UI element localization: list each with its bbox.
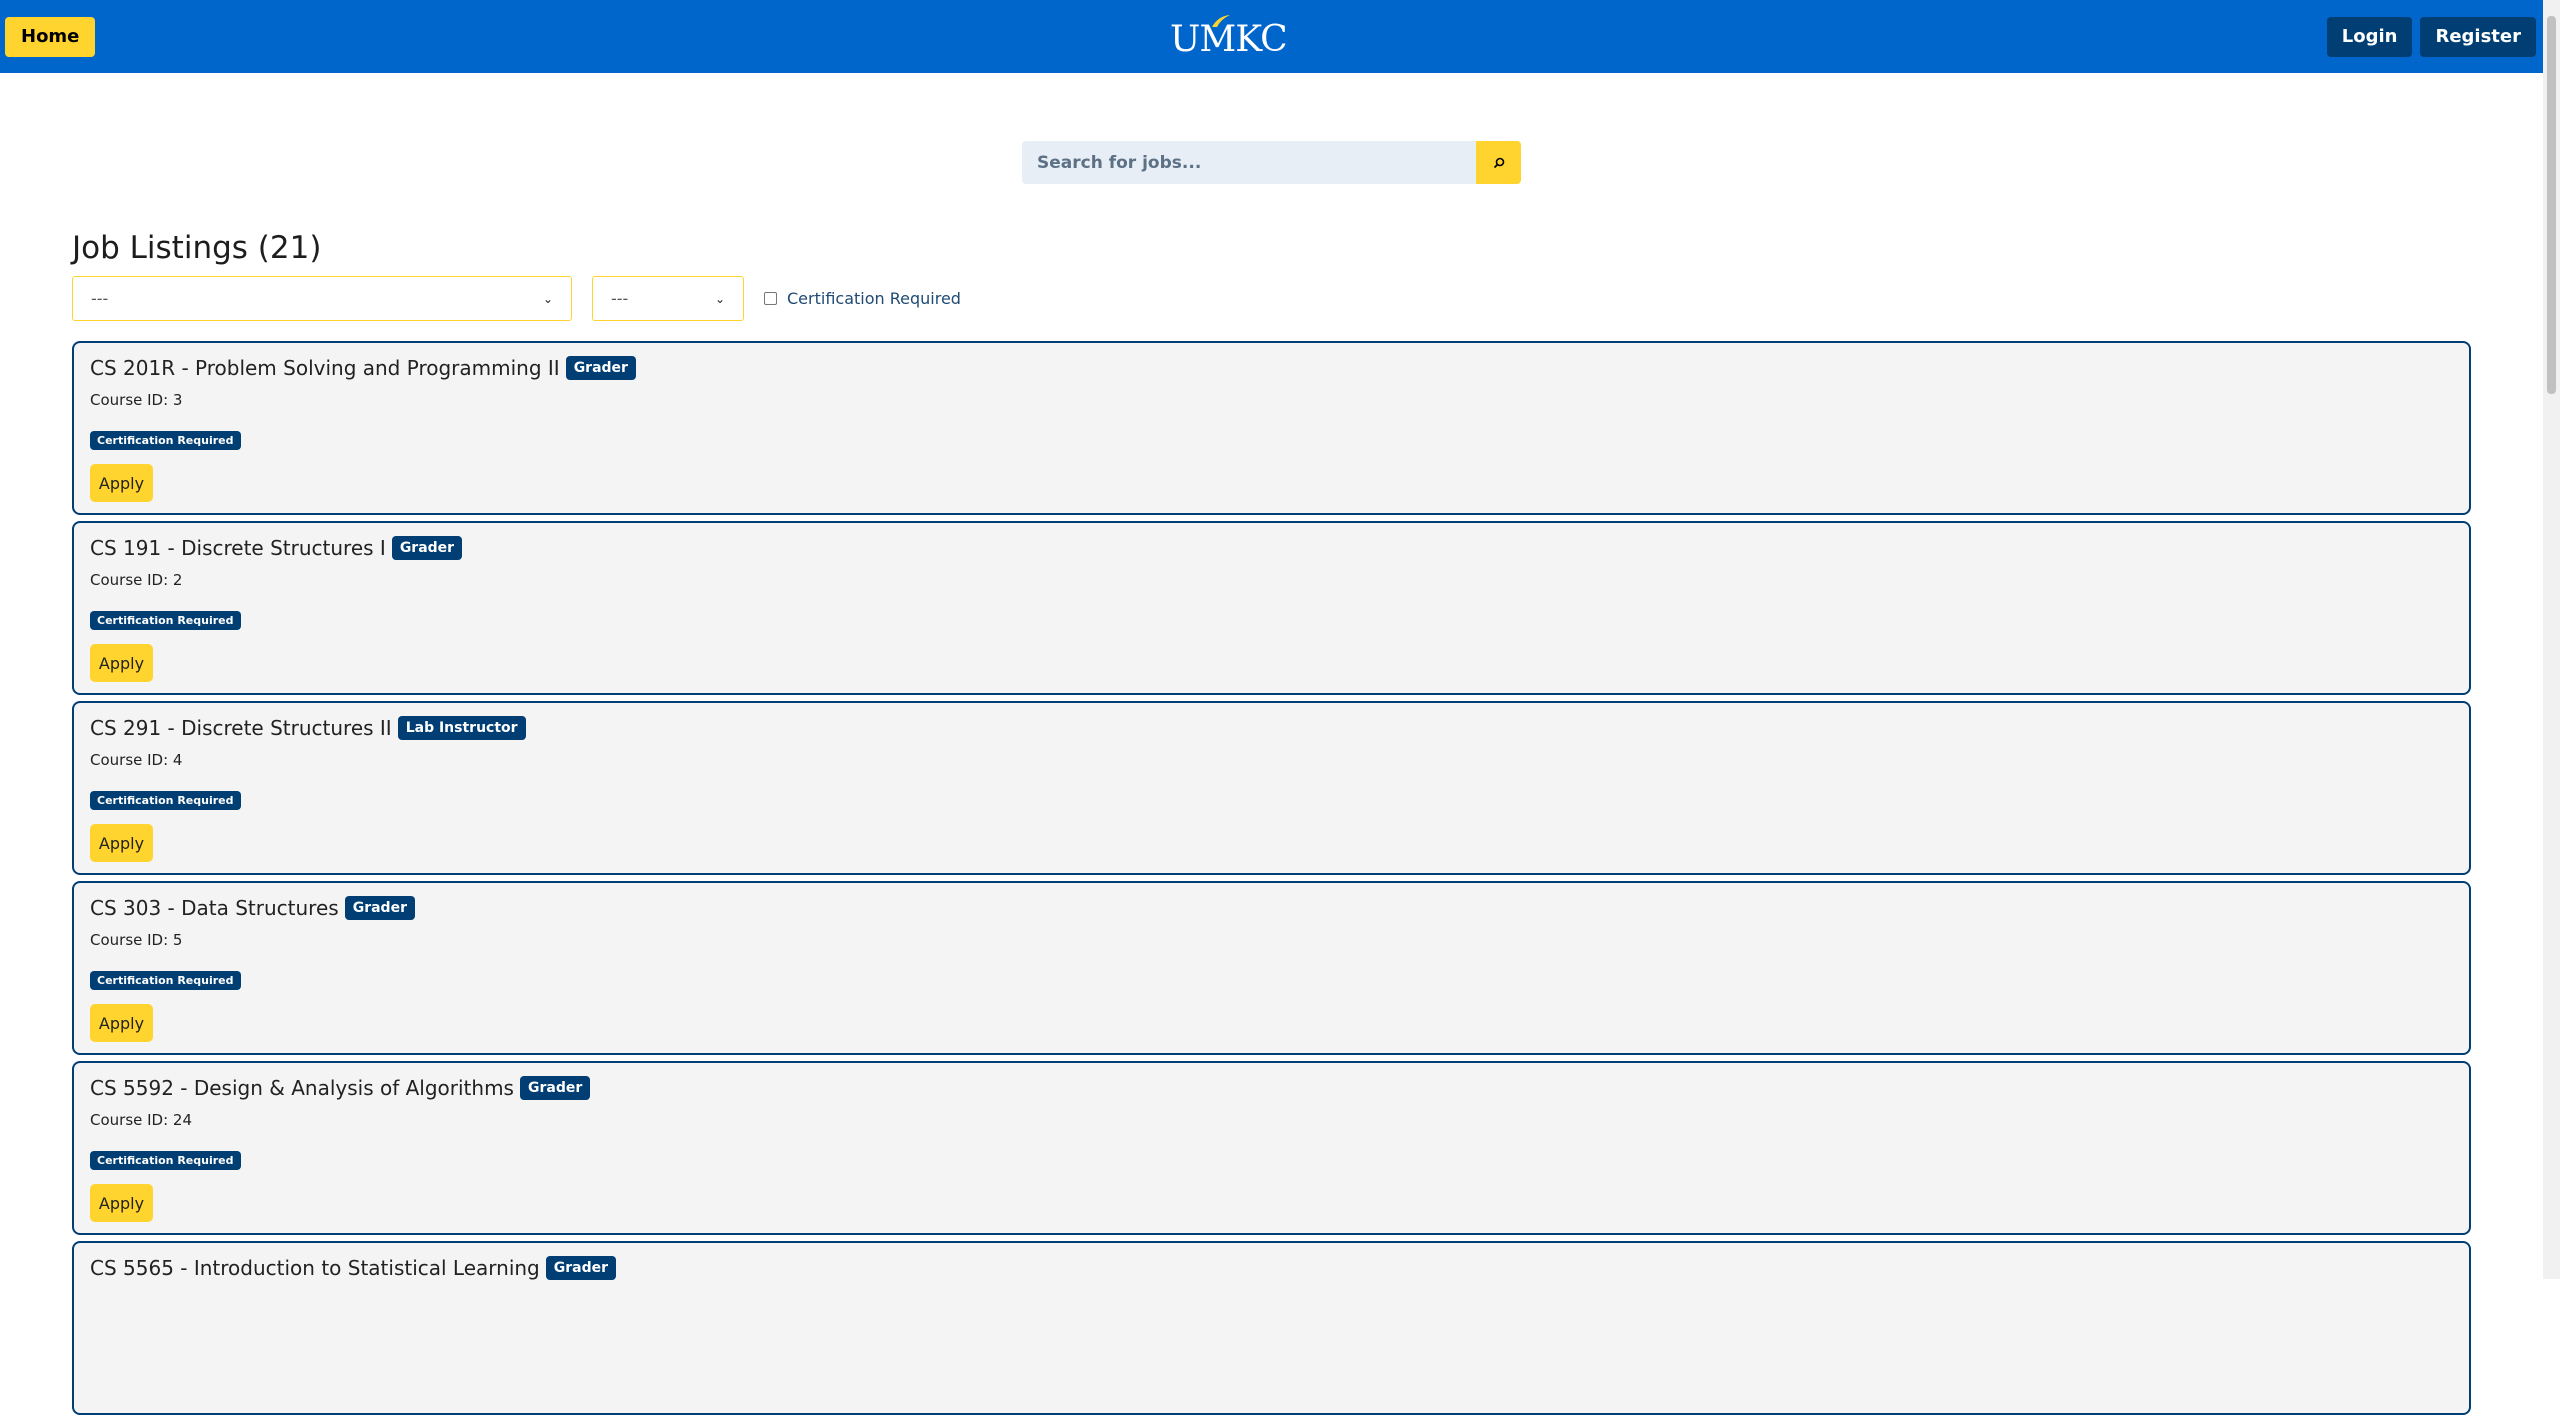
- course-id: Course ID: 2: [90, 571, 183, 589]
- course-id: Course ID: 3: [90, 391, 183, 409]
- job-title-row: CS 5592 - Design & Analysis of Algorithm…: [90, 1075, 2453, 1101]
- certification-filter[interactable]: Certification Required: [764, 289, 961, 308]
- job-card: CS 291 - Discrete Structures II Lab Inst…: [72, 701, 2471, 875]
- course-id: Course ID: 24: [90, 1111, 193, 1129]
- job-title-row: CS 191 - Discrete Structures I Grader: [90, 535, 2453, 561]
- course-filter-select[interactable]: --- ⌄: [72, 276, 572, 321]
- certification-checkbox[interactable]: [764, 292, 777, 305]
- top-navbar: Home UMKC Login Register: [0, 0, 2543, 73]
- apply-button[interactable]: Apply: [90, 1184, 153, 1222]
- search-button[interactable]: [1476, 141, 1521, 184]
- chevron-down-icon: ⌄: [542, 291, 553, 306]
- job-title-row: CS 201R - Problem Solving and Programmin…: [90, 355, 2453, 381]
- job-title-row: CS 291 - Discrete Structures II Lab Inst…: [90, 715, 2453, 741]
- job-title: CS 201R - Problem Solving and Programmin…: [90, 356, 560, 380]
- apply-button[interactable]: Apply: [90, 1004, 153, 1042]
- certification-badge: Certification Required: [90, 1151, 241, 1170]
- scrollbar-thumb[interactable]: [2547, 16, 2556, 394]
- job-card: CS 201R - Problem Solving and Programmin…: [72, 341, 2471, 515]
- apply-button[interactable]: Apply: [90, 464, 153, 502]
- course-id: Course ID: 4: [90, 751, 183, 769]
- job-title: CS 303 - Data Structures: [90, 896, 339, 920]
- search-icon: [1493, 157, 1504, 168]
- page-title: Job Listings (21): [72, 230, 322, 266]
- apply-button[interactable]: Apply: [90, 644, 153, 682]
- role-badge: Grader: [519, 1076, 591, 1100]
- job-listings: CS 201R - Problem Solving and Programmin…: [72, 341, 2471, 1421]
- role-filter-value: ---: [611, 289, 629, 308]
- certification-badge: Certification Required: [90, 611, 241, 630]
- course-id: Course ID: 5: [90, 931, 183, 949]
- role-badge: Grader: [391, 536, 463, 560]
- filter-bar: --- ⌄ --- ⌄ Certification Required: [72, 276, 961, 321]
- job-card: CS 5592 - Design & Analysis of Algorithm…: [72, 1061, 2471, 1235]
- register-button[interactable]: Register: [2420, 16, 2536, 57]
- search-bar: [1022, 141, 1521, 184]
- job-title: CS 191 - Discrete Structures I: [90, 536, 386, 560]
- job-title-row: CS 5565 - Introduction to Statistical Le…: [90, 1255, 2453, 1281]
- search-input[interactable]: [1022, 141, 1476, 184]
- home-button[interactable]: Home: [5, 16, 96, 57]
- role-filter-select[interactable]: --- ⌄: [592, 276, 744, 321]
- role-badge: Grader: [565, 356, 636, 380]
- job-card: CS 303 - Data Structures Grader Course I…: [72, 881, 2471, 1055]
- job-card: CS 191 - Discrete Structures I Grader Co…: [72, 521, 2471, 695]
- nav-actions: Login Register: [2326, 16, 2536, 57]
- certification-badge: Certification Required: [90, 431, 241, 450]
- umkc-logo[interactable]: UMKC: [1170, 15, 1288, 60]
- certification-badge: Certification Required: [90, 791, 241, 810]
- login-button[interactable]: Login: [2326, 16, 2413, 57]
- course-filter-value: ---: [91, 289, 109, 308]
- role-badge: Grader: [545, 1256, 617, 1280]
- role-badge: Lab Instructor: [397, 716, 526, 740]
- certification-checkbox-label[interactable]: Certification Required: [787, 289, 961, 308]
- role-badge: Grader: [344, 896, 415, 920]
- job-title: CS 5565 - Introduction to Statistical Le…: [90, 1256, 540, 1280]
- apply-button[interactable]: Apply: [90, 824, 153, 862]
- job-card: CS 5565 - Introduction to Statistical Le…: [72, 1241, 2471, 1415]
- certification-badge: Certification Required: [90, 971, 241, 990]
- chevron-down-icon: ⌄: [714, 291, 725, 306]
- job-title: CS 291 - Discrete Structures II: [90, 716, 392, 740]
- job-title: CS 5592 - Design & Analysis of Algorithm…: [90, 1076, 514, 1100]
- job-title-row: CS 303 - Data Structures Grader: [90, 895, 2453, 921]
- page-scrollbar[interactable]: [2543, 0, 2560, 1279]
- logo-swoosh-icon: [1212, 15, 1230, 27]
